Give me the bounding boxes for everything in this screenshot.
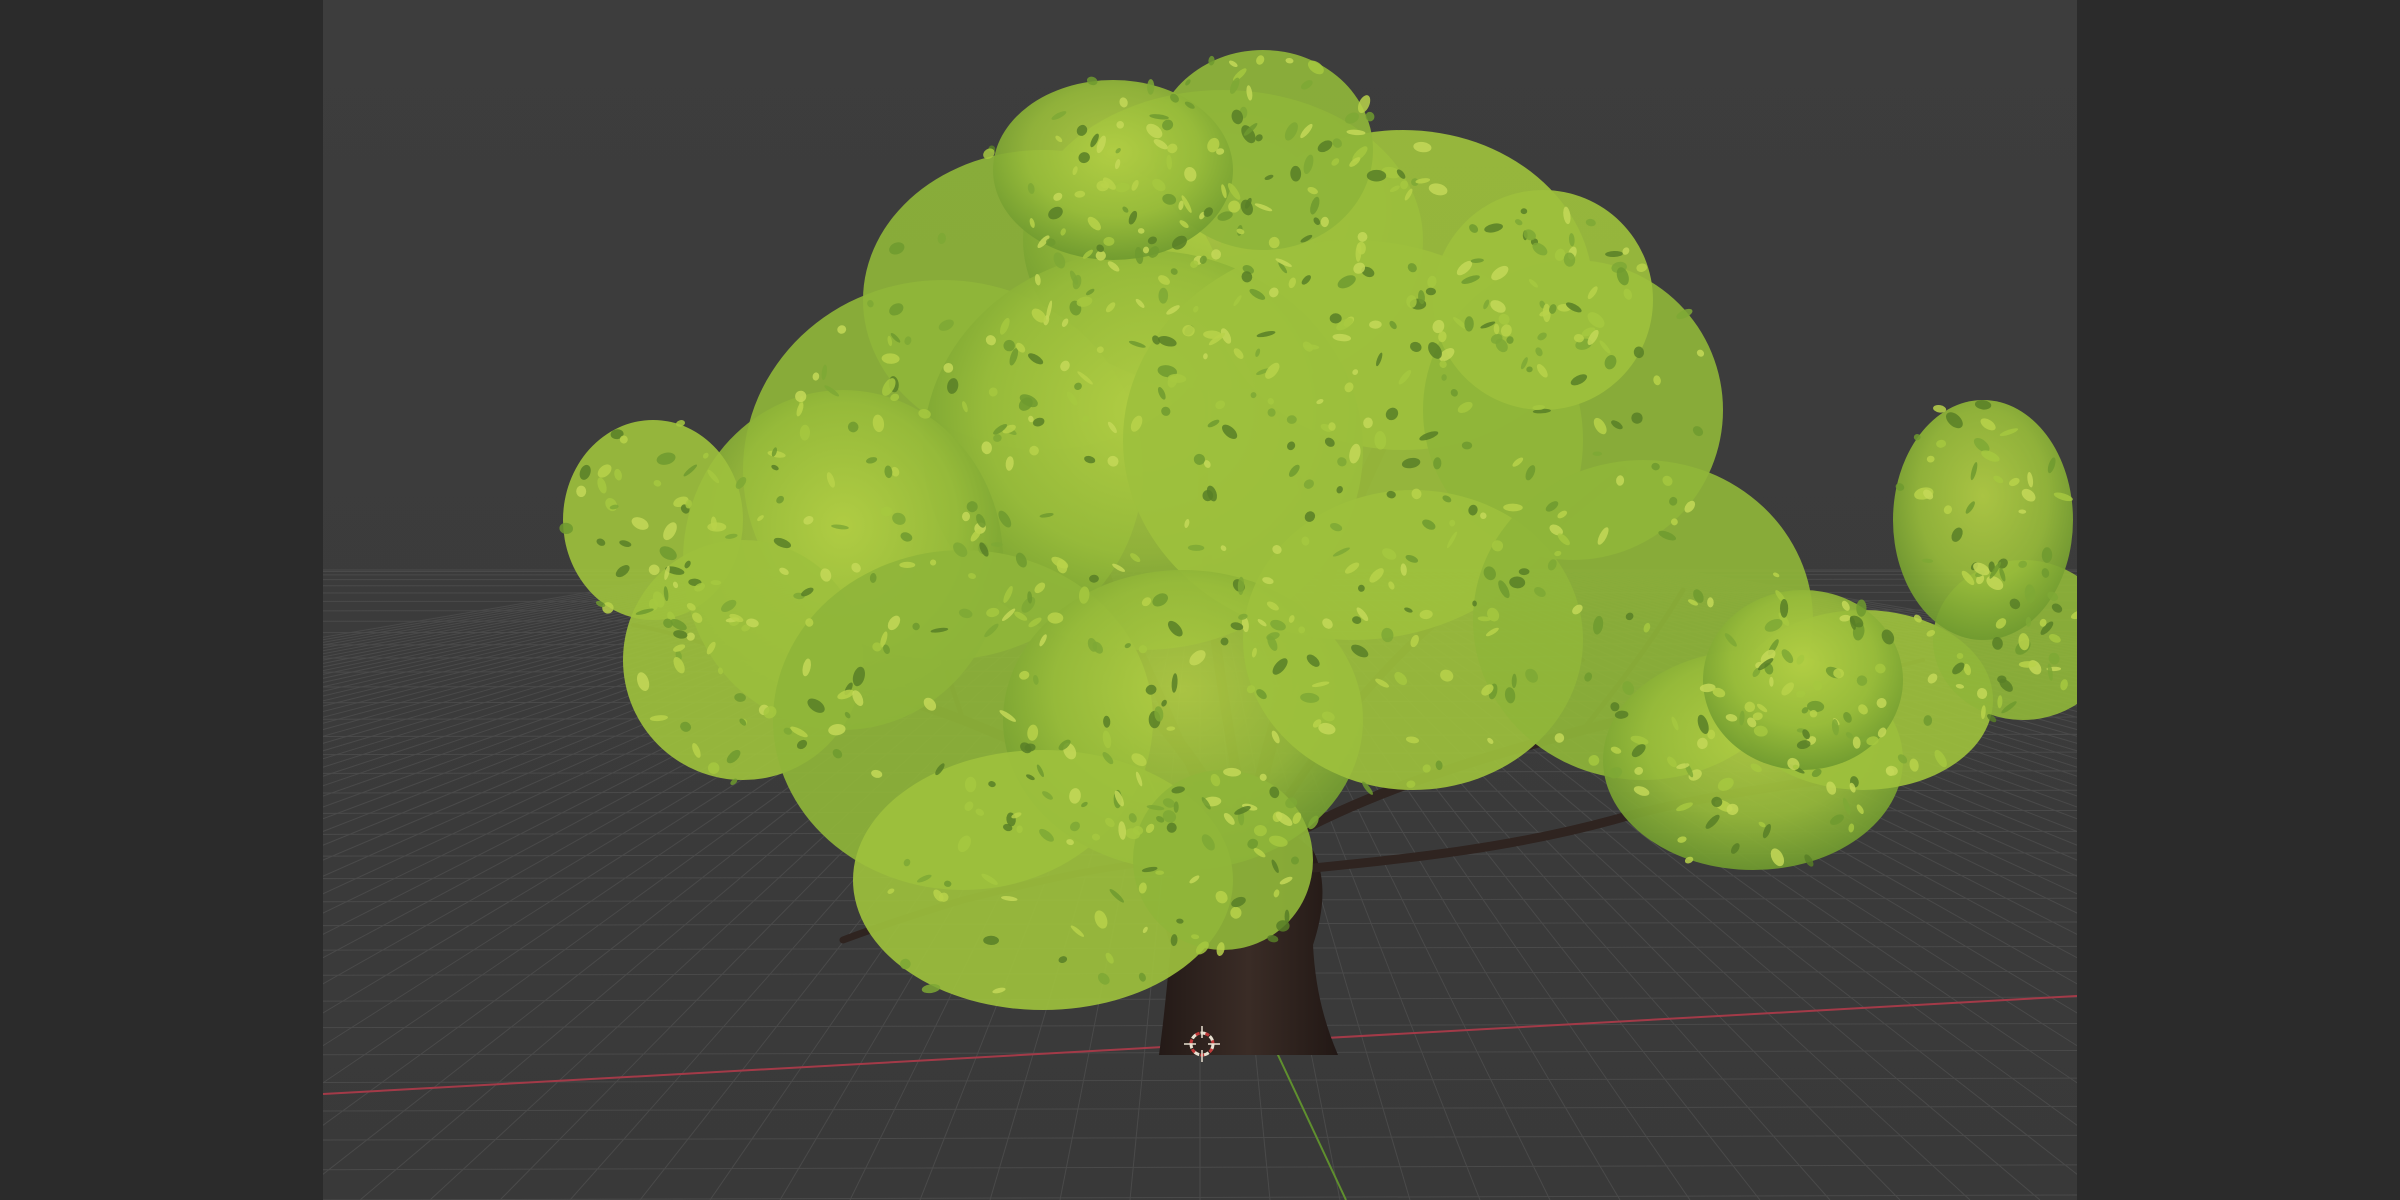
leaf — [1202, 490, 1214, 502]
leaf — [1779, 599, 1789, 618]
viewport-scene[interactable] — [323, 0, 2077, 1200]
leaf — [576, 485, 587, 497]
3d-viewport[interactable] — [323, 0, 2077, 1200]
viewport-frame — [0, 0, 2400, 1200]
foliage-clump — [1433, 190, 1653, 410]
leaf — [1592, 451, 1603, 456]
leaf — [1276, 920, 1290, 932]
foliage-clump — [993, 80, 1233, 260]
tree-model[interactable] — [559, 50, 2077, 1055]
leaf — [899, 561, 916, 569]
leaf — [1155, 870, 1165, 875]
leaf — [708, 762, 720, 774]
leaf — [707, 522, 727, 532]
leaf — [1366, 169, 1387, 182]
leaf — [1809, 710, 1818, 718]
